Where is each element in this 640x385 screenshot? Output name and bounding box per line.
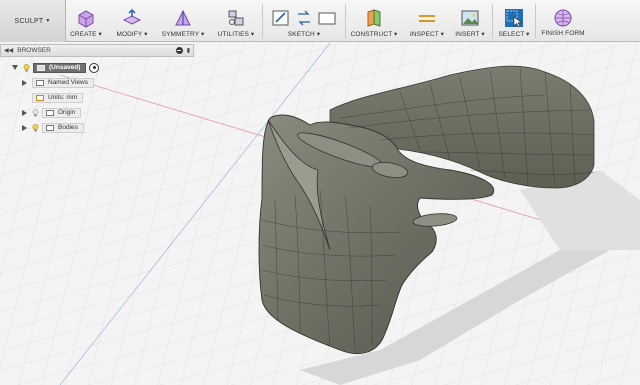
symmetry-label: SYMMETRY [161,31,200,38]
activate-radio-icon[interactable] [89,62,100,73]
toolbar-divider [535,4,536,38]
browser-item-units[interactable]: Units: mm [32,92,84,103]
expand-arrow-icon[interactable] [22,109,27,116]
sketch-label: SKETCH [287,31,315,38]
modify-form-icon [122,8,142,25]
utilities-icon [228,10,244,26]
expand-panel-icon[interactable]: ▮ [187,47,190,54]
folder-icon [46,109,54,116]
inspect-menu[interactable]: INSPECT ▾ [406,0,448,42]
toolbar: SCULPT ▼ CREATE ▾ MODIFY ▾ SYMMETRY ▾ UT… [0,0,640,42]
minimize-icon[interactable] [175,47,183,54]
select-cursor-icon [505,9,523,28]
root-label: (Unsaved) [49,64,81,71]
construct-plane-icon [367,9,381,27]
viewport-canvas[interactable] [0,43,640,385]
folder-icon [46,124,54,131]
workspace-switcher[interactable]: SCULPT ▼ [0,0,66,42]
construct-label: CONSTRUCT [350,31,393,38]
browser-title: BROWSER [17,47,51,54]
stop-sketch-icon [318,12,336,25]
browser-item-origin[interactable]: Origin [22,107,82,118]
create-menu[interactable]: CREATE ▾ [68,0,104,42]
symmetry-menu[interactable]: SYMMETRY ▾ [160,0,206,42]
document-icon [37,64,45,71]
insert-image-icon [461,10,479,26]
utilities-menu[interactable]: UTILITIES ▾ [214,0,258,42]
sketch-arrows-icon [298,10,310,26]
create-sketch-icon [272,10,289,26]
caret-down-icon: ▼ [45,18,51,24]
item-label: Origin [58,109,76,116]
browser-root-node[interactable]: (Unsaved) [12,62,100,73]
collapse-panel-icon[interactable]: ◀◀ [4,47,13,54]
browser-header[interactable]: ◀◀ BROWSER ▮ [0,44,194,57]
toolbar-divider [262,4,263,38]
finish-form-icon [554,9,572,27]
item-label: Named Views [48,79,88,86]
toolbar-divider [492,4,493,38]
document-settings-icon [36,94,44,101]
inspect-label: INSPECT [409,31,439,38]
create-label: CREATE [70,31,97,38]
item-label: Units: mm [48,94,78,101]
browser-item-named-views[interactable]: Named Views [22,77,94,88]
folder-icon [36,79,44,86]
item-label: Bodies [58,124,78,131]
expand-arrow-icon[interactable] [22,124,27,131]
create-box-icon [78,10,94,28]
expand-arrow-icon[interactable] [12,65,18,70]
select-menu[interactable]: SELECT ▾ [494,0,534,42]
select-label: SELECT [498,31,525,38]
visibility-bulb-off-icon[interactable] [32,108,39,117]
utilities-label: UTILITIES [217,31,249,38]
modify-menu[interactable]: MODIFY ▾ [112,0,152,42]
expand-arrow-icon[interactable] [22,79,27,86]
insert-menu[interactable]: INSERT ▾ [452,0,488,42]
finish-form-button[interactable]: FINISH FORM [538,0,588,42]
finish-form-label: FINISH FORM [541,30,585,37]
workspace-label: SCULPT [14,17,44,25]
visibility-bulb-icon[interactable] [32,123,39,132]
sketch-menu[interactable]: SKETCH ▾ [264,0,344,42]
visibility-bulb-icon[interactable] [23,63,30,72]
insert-label: INSERT [455,31,480,38]
construct-menu[interactable]: CONSTRUCT ▾ [347,0,401,42]
browser-item-bodies[interactable]: Bodies [22,122,84,133]
toolbar-divider [345,4,346,38]
measure-icon [419,15,435,22]
modify-label: MODIFY [116,31,143,38]
symmetry-icon [175,9,191,26]
